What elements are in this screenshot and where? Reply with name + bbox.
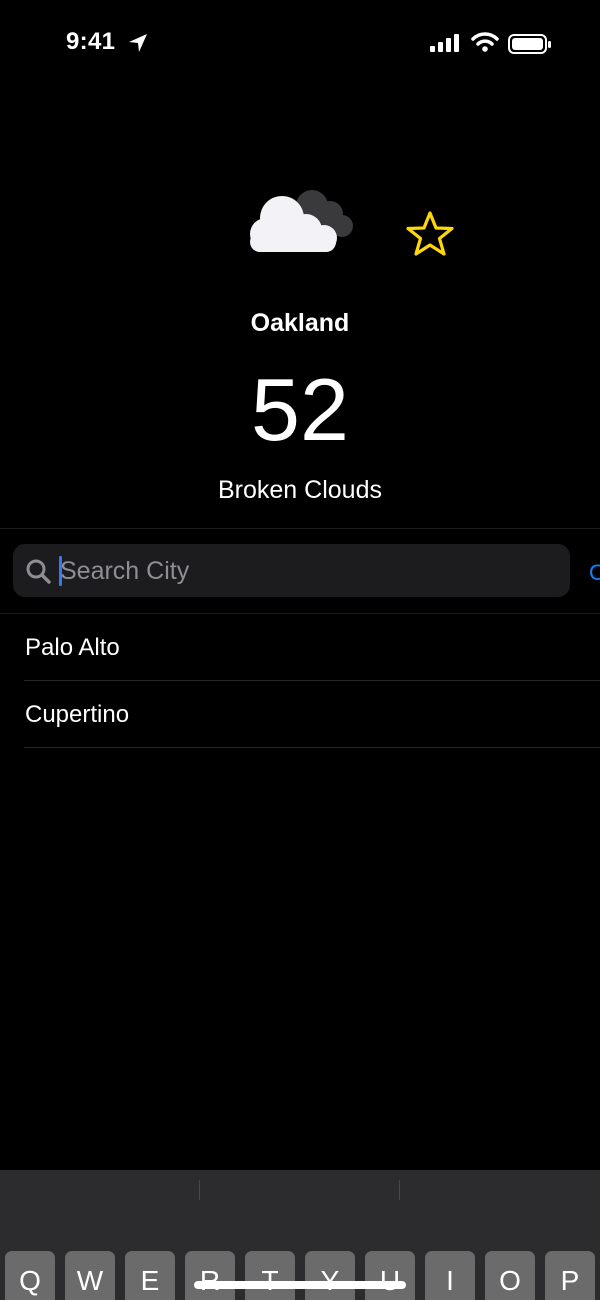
key-t[interactable]: T <box>245 1251 295 1300</box>
key-e[interactable]: E <box>125 1251 175 1300</box>
city-label: Cupertino <box>25 701 130 728</box>
search-icon <box>26 559 51 584</box>
list-item[interactable]: Palo Alto <box>0 614 600 681</box>
key-w[interactable]: W <box>65 1251 115 1300</box>
key-y[interactable]: Y <box>305 1251 355 1300</box>
key-i[interactable]: I <box>425 1251 475 1300</box>
key-u[interactable]: U <box>365 1251 415 1300</box>
status-bar: 9:41 <box>0 0 600 90</box>
location-arrow-icon <box>129 34 147 52</box>
cloud-icon <box>250 190 353 252</box>
home-indicator[interactable] <box>194 1281 406 1289</box>
key-o[interactable]: O <box>485 1251 535 1300</box>
search-input[interactable] <box>60 553 550 589</box>
cellular-signal-icon <box>430 34 459 52</box>
key-r[interactable]: R <box>185 1251 235 1300</box>
divider <box>0 528 600 529</box>
battery-icon <box>508 34 551 54</box>
search-bar[interactable] <box>13 544 570 597</box>
prediction-divider <box>199 1180 200 1200</box>
wifi-icon <box>471 32 499 52</box>
city-list: Palo Alto Cupertino <box>0 614 600 748</box>
status-time: 9:41 <box>66 28 116 55</box>
city-label: Palo Alto <box>25 634 120 661</box>
cancel-button[interactable]: C <box>589 560 600 582</box>
key-p[interactable]: P <box>545 1251 595 1300</box>
city-name: Oakland <box>250 309 350 337</box>
temperature-value: 52 <box>251 360 349 459</box>
list-item[interactable]: Cupertino <box>0 681 600 748</box>
favorite-star-icon[interactable] <box>405 210 455 258</box>
row-separator <box>24 747 600 748</box>
prediction-divider <box>399 1180 400 1200</box>
key-q[interactable]: Q <box>5 1251 55 1300</box>
weather-condition: Broken Clouds <box>218 476 382 504</box>
